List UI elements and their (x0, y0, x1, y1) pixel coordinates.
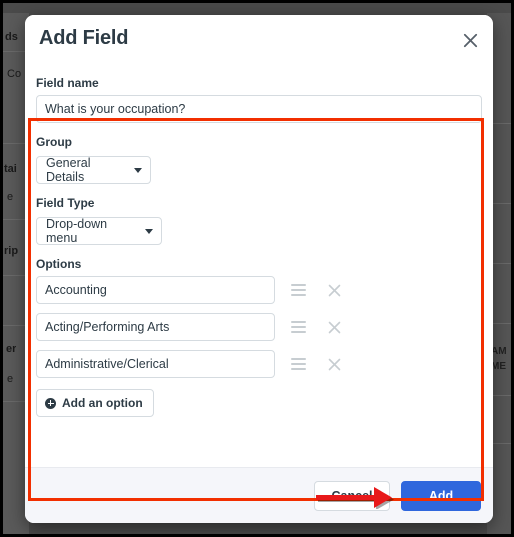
options-group: Options Accounting Acting/Performing Art… (36, 257, 482, 417)
cancel-button[interactable]: Cancel (314, 481, 390, 511)
group-label: Group (36, 135, 72, 149)
drag-handle-icon[interactable] (291, 279, 313, 301)
dialog-header: Add Field (25, 15, 493, 67)
dialog-footer: Cancel Add (25, 467, 493, 523)
background-text-fragment: e (7, 191, 14, 203)
option-row (36, 313, 482, 341)
option-input[interactable] (36, 313, 275, 341)
field-type-select[interactable]: Drop-down menu (36, 217, 162, 245)
field-name-input[interactable] (36, 95, 482, 123)
background-text-fragment: er (6, 343, 17, 355)
group-select-value: General Details (46, 156, 91, 184)
chevron-down-icon (145, 228, 153, 234)
background-text-fragment: AM (491, 346, 507, 357)
option-row (36, 276, 482, 304)
field-name-group: Field name (36, 76, 482, 123)
footer-button-group: Cancel Add (314, 481, 481, 511)
remove-option-icon[interactable] (324, 280, 344, 300)
background-text-fragment: rip (4, 245, 19, 257)
option-input[interactable] (36, 276, 275, 304)
add-an-option-label: Add an option (62, 396, 143, 410)
dialog-title: Add Field (39, 27, 129, 49)
plus-circle-icon (45, 397, 56, 409)
group-select-group: Group General Details (36, 135, 482, 184)
field-type-select-value: Drop-down menu (46, 217, 108, 245)
group-select[interactable]: General Details (36, 156, 151, 184)
drag-handle-icon[interactable] (291, 316, 313, 338)
field-type-label: Field Type (36, 196, 95, 210)
add-button[interactable]: Add (401, 481, 481, 511)
add-an-option-button[interactable]: Add an option (36, 389, 154, 417)
option-input[interactable] (36, 350, 275, 378)
field-name-label: Field name (36, 76, 99, 90)
background-text-fragment: tai (4, 163, 17, 175)
background-text-fragment: Co (7, 68, 22, 80)
options-label: Options (36, 257, 82, 271)
drag-handle-icon[interactable] (291, 353, 313, 375)
chevron-down-icon (134, 167, 142, 173)
dialog-body: Field name Group General Details Field T… (25, 67, 493, 501)
background-text-fragment: e (7, 373, 14, 385)
add-field-dialog: Add Field Field name Group Ge (25, 15, 493, 523)
field-type-group: Field Type Drop-down menu (36, 196, 482, 245)
background-text-fragment: ME (491, 361, 506, 372)
close-icon[interactable] (457, 27, 483, 53)
remove-option-icon[interactable] (324, 317, 344, 337)
add-field-form: Field name Group General Details Field T… (36, 76, 482, 417)
remove-option-icon[interactable] (324, 354, 344, 374)
option-row (36, 350, 482, 378)
screenshot-frame: ds Co tai e rip er e AM ME Add Field Fie… (0, 0, 514, 537)
background-text-fragment: ds (5, 31, 18, 43)
